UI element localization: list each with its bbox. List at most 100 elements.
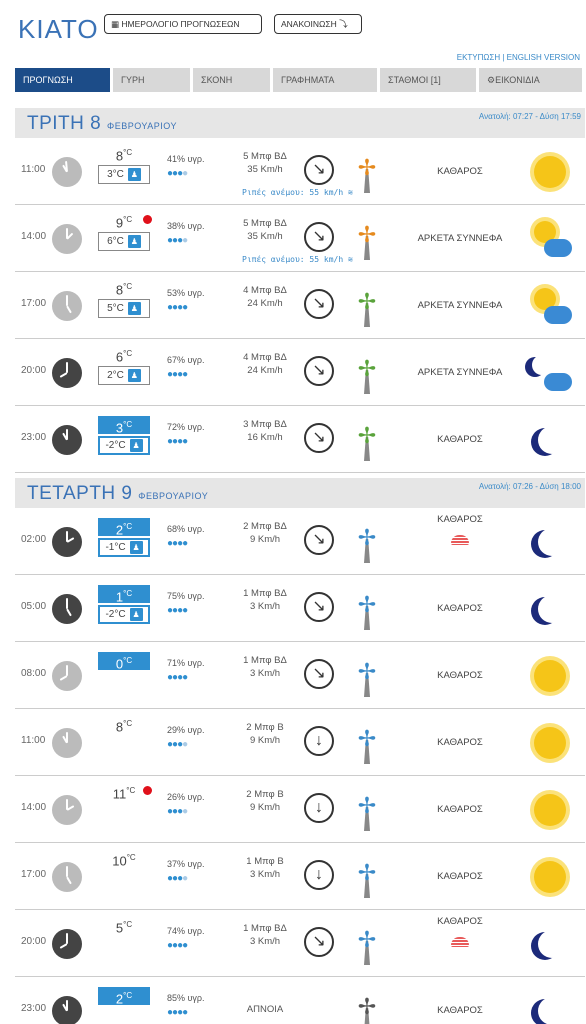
condition-label: ΚΑΘΑΡΟΣ [437,871,483,882]
tab-forecast[interactable]: ΠΡΟΓΝΩΣΗ [15,68,110,92]
cloud-icon [544,306,572,324]
wind-direction-arrow-icon: ↘ [304,659,334,689]
calendar-button[interactable]: ▦ ΗΜΕΡΟΛΟΓΙΟ ΠΡΟΓΝΩΣΕΩΝ [104,14,262,34]
wind-turbine-icon: ✢ [349,151,385,193]
max-temp-indicator [143,786,152,795]
humidity: 26% υγρ. ●●●● [167,792,205,817]
humidity: 72% υγρ. ●●●● [167,422,205,447]
forecast-row: 17:00 8°C 5°C ♟ 53% υγρ. ●●●● 4 Μπφ ΒΔ 24… [15,272,585,339]
moon-icon [538,930,566,958]
wind-beaufort: 2 Μπφ ΒΔ [243,521,287,532]
page-title: ΚΙΑΤΟ [18,14,99,44]
temperature-value: 6°C [98,349,150,364]
droplet-icon: ● [182,538,188,549]
clock-icon [52,358,82,388]
day-name: ΤΕΤΑΡΤΗ 9 [27,483,133,504]
wind: 1 Μπφ Β 3 Km/h [230,855,300,881]
droplet-icon: ● [182,605,188,616]
person-thermometer-icon: ♟ [127,168,141,182]
row-time: 14:00 [21,802,47,813]
wind-gust-value: Ριπές ανέμου: 55 km/h [242,188,344,197]
sun-icon [534,861,566,893]
wind: 1 Μπφ ΒΔ 3 Km/h [230,654,300,680]
condition: ΚΑΘΑΡΟΣ [410,670,510,681]
tab-pollen[interactable]: ΓΥΡΗ [113,68,190,92]
feels-like-value: -2°C [105,440,126,451]
print-english-links[interactable]: ΕΚΤΥΠΩΣΗ | ENGLISH VERSION [457,53,580,62]
max-temp-indicator [143,215,152,224]
tab-stations[interactable]: ΣΤΑΘΜΟΙ [1] [380,68,476,92]
humidity-value: 38% υγρ. [167,221,205,231]
temperature: 8°C 5°C ♟ [98,282,150,319]
droplet-icon: ● [182,873,188,884]
wind-speed: 24 Km/h [247,298,283,309]
condition: ΚΑΘΑΡΟΣ [410,166,510,177]
condition: ΚΑΘΑΡΟΣ [410,737,510,748]
feels-like: 3°C ♟ [98,165,150,185]
weather-icon [530,790,570,830]
clock-icon [52,594,82,624]
sun-icon [534,660,566,692]
forecast-row: 20:00 5°C 74% υγρ. ●●●● 1 Μπφ ΒΔ 3 Km/h … [15,910,585,977]
fog-icon [451,535,469,545]
wind-turbine-icon: ✢ [349,588,385,630]
forecast-row: 05:00 1°C -2°C ♟ 75% υγρ. ●●●● 1 Μπφ ΒΔ 3… [15,575,585,642]
moon-icon [538,595,566,623]
wind-turbine-icon: ✢ [349,655,385,697]
humidity-value: 68% υγρ. [167,524,205,534]
condition-label: ΚΑΘΑΡΟΣ [437,916,483,927]
wind-gust: Ριπές ανέμου: 55 km/h ≋ [242,255,353,264]
temperature-number: 10 [112,853,127,869]
condition-label: ΑΡΚΕΤΑ ΣΥΝΝΕΦΑ [417,367,503,378]
day-month: ΦΕΒΡΟΥΑΡΙΟΥ [138,491,209,501]
humidity-drops: ●●●● [167,940,205,951]
forecast-row: 08:00 0°C 71% υγρ. ●●●● 1 Μπφ ΒΔ 3 Km/h … [15,642,585,709]
temperature-unit: °C [123,656,133,665]
wind-beaufort: 5 Μπφ ΒΔ [243,151,287,162]
forecast-row: 11:00 8°C 29% υγρ. ●●●● 2 Μπφ Β 9 Km/h ↓ [15,709,585,776]
feels-like-value: 5°C [107,303,124,315]
tab-charts[interactable]: ΓΡΑΦΗΜΑΤΑ [273,68,377,92]
tab-dust[interactable]: ΣΚΟΝΗ [193,68,270,92]
wind-speed: 3 Km/h [249,601,281,612]
sun-icon [534,156,566,188]
feels-like-value: 3°C [107,169,124,181]
temperature: 2°C [98,987,150,1006]
wind-beaufort: 3 Μπφ ΒΔ [243,419,287,430]
humidity-drops: ●●●● [167,235,205,246]
temperature-unit: °C [123,349,133,358]
feels-like: 2°C ♟ [98,366,150,386]
day-header: ΤΡΙΤΗ 8 ΦΕΒΡΟΥΑΡΙΟΥ Ανατολή: 07:27 - Δύσ… [15,108,585,138]
person-thermometer-icon: ♟ [127,235,141,249]
temperature: 10°C [98,853,150,868]
wind: 1 Μπφ ΒΔ 3 Km/h [230,587,300,613]
droplet-icon: ● [182,235,188,246]
clock-icon [52,661,82,691]
temperature-unit: °C [123,991,133,1000]
humidity: 38% υγρ. ●●●● [167,221,205,246]
row-time: 11:00 [21,735,46,746]
wind-speed: 3 Km/h [249,869,281,880]
wind-direction-arrow-icon: ↘ [304,423,334,453]
humidity: 71% υγρ. ●●●● [167,658,205,683]
tab-icons[interactable]: ⚙ΕΙΚΟΝΙΔΙΑ [479,68,582,92]
wind-beaufort: 1 Μπφ Β [246,856,284,867]
weather-icon [530,353,572,393]
condition-label: ΚΑΘΑΡΟΣ [437,166,483,177]
condition: ΑΡΚΕΤΑ ΣΥΝΝΕΦΑ [410,300,510,311]
forecast-row: 20:00 6°C 2°C ♟ 67% υγρ. ●●●● 4 Μπφ ΒΔ 24… [15,339,585,406]
wind-direction-arrow-icon: ↘ [304,155,334,185]
temperature: 11°C [98,786,152,801]
clock-icon [52,795,82,825]
temperature-value: 0°C [98,652,150,671]
wind-direction-arrow-icon: ↓ [304,860,334,890]
feels-like: -2°C ♟ [98,436,150,455]
day-name: ΤΡΙΤΗ 8 [27,113,102,134]
condition: ΚΑΘΑΡΟΣ [410,1005,510,1016]
sunrise-sunset: Ανατολή: 07:26 - Δύση 18:00 [478,482,581,491]
fog-icon [451,937,469,947]
wind-direction-arrow-icon: ↘ [304,592,334,622]
clock-icon [52,996,82,1024]
tab-bar: ΠΡΟΓΝΩΣΗ ΓΥΡΗ ΣΚΟΝΗ ΓΡΑΦΗΜΑΤΑ ΣΤΑΘΜΟΙ [1… [15,68,585,92]
announcement-button[interactable]: ΑΝΑΚΟΙΝΩΣΗ ⤵ [274,14,362,34]
